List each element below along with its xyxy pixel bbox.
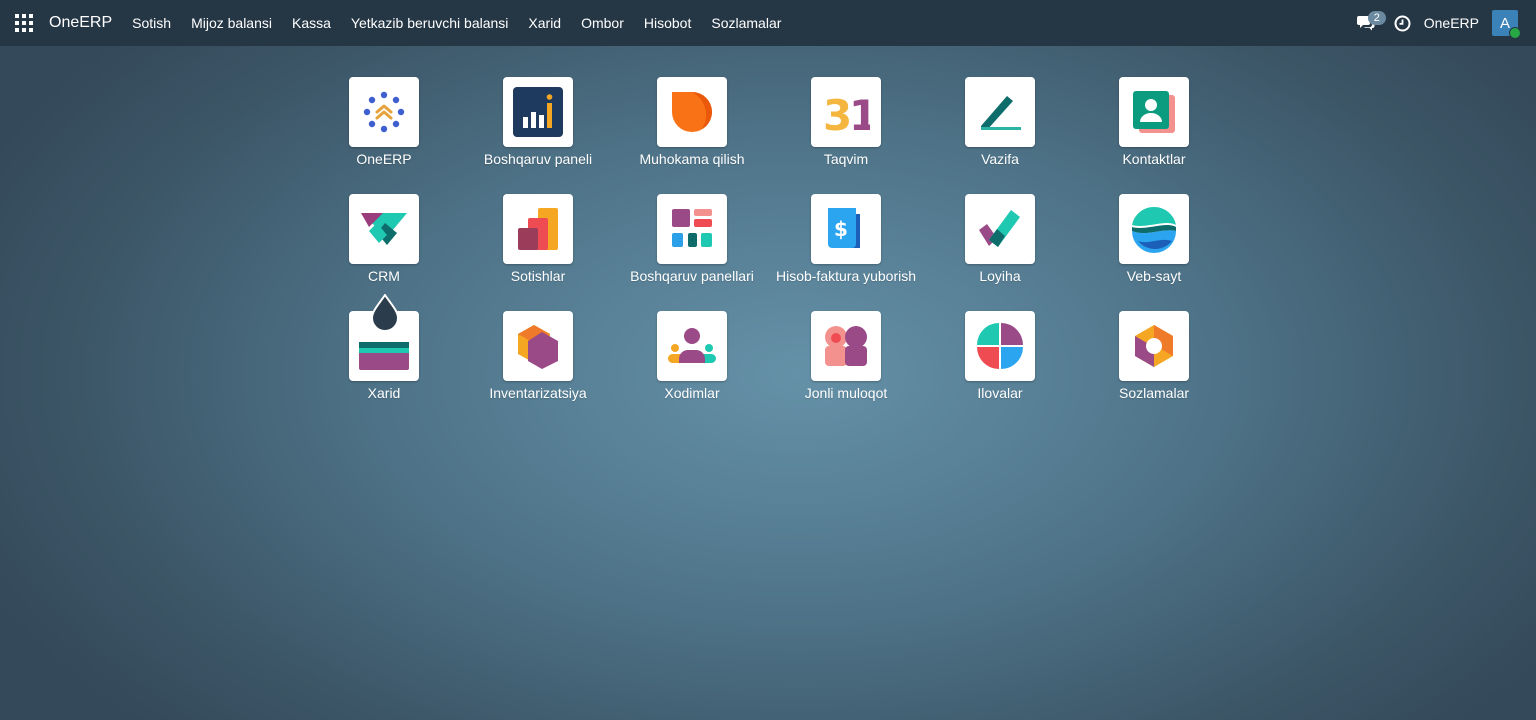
app-sozlamalar[interactable]: Sozlamalar [1077, 311, 1231, 428]
crm-icon [349, 194, 419, 264]
app-inventarizatsiya[interactable]: Inventarizatsiya [461, 311, 615, 428]
apps-icon [965, 311, 1035, 381]
user-menu[interactable]: A [1492, 10, 1521, 39]
app-boshqaruv-paneli[interactable]: Boshqaruv paneli [461, 77, 615, 194]
grid-icon [15, 14, 33, 32]
app-label: Vazifa [981, 151, 1019, 167]
top-navbar: OneERP Sotish Mijoz balansi Kassa Yetkaz… [0, 0, 1536, 46]
todo-icon [965, 77, 1035, 147]
app-label: Jonli muloqot [804, 385, 888, 401]
app-label: OneERP [356, 151, 412, 167]
svg-text:3: 3 [823, 91, 852, 134]
invoicing-icon: $ [811, 194, 881, 264]
brand-name[interactable]: OneERP [49, 14, 112, 32]
messages-badge: 2 [1367, 11, 1386, 25]
app-xodimlar[interactable]: Xodimlar [615, 311, 769, 428]
app-label: Boshqaruv paneli [483, 151, 593, 167]
oneerp-icon [349, 77, 419, 147]
app-label: Sozlamalar [1118, 385, 1190, 401]
website-icon [1119, 194, 1189, 264]
sales-icon [503, 194, 573, 264]
activities-button[interactable] [1386, 0, 1420, 46]
app-label: Boshqaruv panellari [630, 268, 754, 284]
menu-item-sozlamalar[interactable]: Sozlamalar [711, 15, 781, 31]
project-icon [965, 194, 1035, 264]
inventory-icon [503, 311, 573, 381]
app-muhokama-qilish[interactable]: Muhokama qilish [615, 77, 769, 194]
dashboards-icon [657, 194, 727, 264]
svg-text:$: $ [834, 217, 848, 241]
main-menu: Sotish Mijoz balansi Kassa Yetkazib beru… [132, 15, 801, 31]
live-chat-icon [811, 311, 881, 381]
app-label: Muhokama qilish [639, 151, 745, 167]
app-label: Loyiha [979, 268, 1021, 284]
app-sotishlar[interactable]: Sotishlar [461, 194, 615, 311]
app-oneerp[interactable]: OneERP [307, 77, 461, 194]
app-label: Ilovalar [977, 385, 1023, 401]
app-kontaktlar[interactable]: Kontaktlar [1077, 77, 1231, 194]
menu-item-ombor[interactable]: Ombor [581, 15, 624, 31]
app-label: Kontaktlar [1122, 151, 1186, 167]
svg-text:1: 1 [849, 91, 870, 134]
app-veb-sayt[interactable]: Veb-sayt [1077, 194, 1231, 311]
calendar-icon: 3 1 [811, 77, 881, 147]
menu-item-xarid[interactable]: Xarid [528, 15, 561, 31]
clock-icon [1394, 15, 1411, 31]
settings-icon [1119, 311, 1189, 381]
purchase-drop-icon [370, 294, 400, 332]
app-vazifa[interactable]: Vazifa [923, 77, 1077, 194]
app-jonli-muloqot[interactable]: Jonli muloqot [769, 311, 923, 428]
app-label: Veb-sayt [1126, 268, 1182, 284]
contacts-icon [1119, 77, 1189, 147]
messages-button[interactable]: 2 [1346, 0, 1386, 46]
app-ilovalar[interactable]: Ilovalar [923, 311, 1077, 428]
app-loyiha[interactable]: Loyiha [923, 194, 1077, 311]
app-label: Taqvim [823, 151, 869, 167]
app-taqvim[interactable]: 3 1 Taqvim [769, 77, 923, 194]
menu-item-yetkazib-beruvchi-balansi[interactable]: Yetkazib beruvchi balansi [351, 15, 508, 31]
app-label: Xodimlar [664, 385, 720, 401]
app-hisob-faktura-yuborish[interactable]: $ Hisob-faktura yuborish [769, 194, 923, 311]
company-name[interactable]: OneERP [1424, 15, 1479, 31]
apps-grid: OneERP Boshqaruv paneli Muhokama qilish [307, 77, 1231, 428]
app-label: Sotishlar [510, 268, 566, 284]
dashboard-icon [503, 77, 573, 147]
app-label: Inventarizatsiya [489, 385, 587, 401]
app-label: Xarid [367, 385, 401, 401]
app-menu-toggle[interactable] [0, 0, 48, 46]
app-label: Hisob-faktura yuborish [775, 268, 917, 284]
menu-item-hisobot[interactable]: Hisobot [644, 15, 691, 31]
discuss-icon [657, 77, 727, 147]
online-status-dot [1509, 27, 1521, 39]
app-label: CRM [368, 268, 400, 284]
employees-icon [657, 311, 727, 381]
navbar-systray: 2 OneERP A [1346, 0, 1536, 46]
app-boshqaruv-panellari[interactable]: Boshqaruv panellari [615, 194, 769, 311]
menu-item-kassa[interactable]: Kassa [292, 15, 331, 31]
menu-item-sotish[interactable]: Sotish [132, 15, 171, 31]
menu-item-mijoz-balansi[interactable]: Mijoz balansi [191, 15, 272, 31]
